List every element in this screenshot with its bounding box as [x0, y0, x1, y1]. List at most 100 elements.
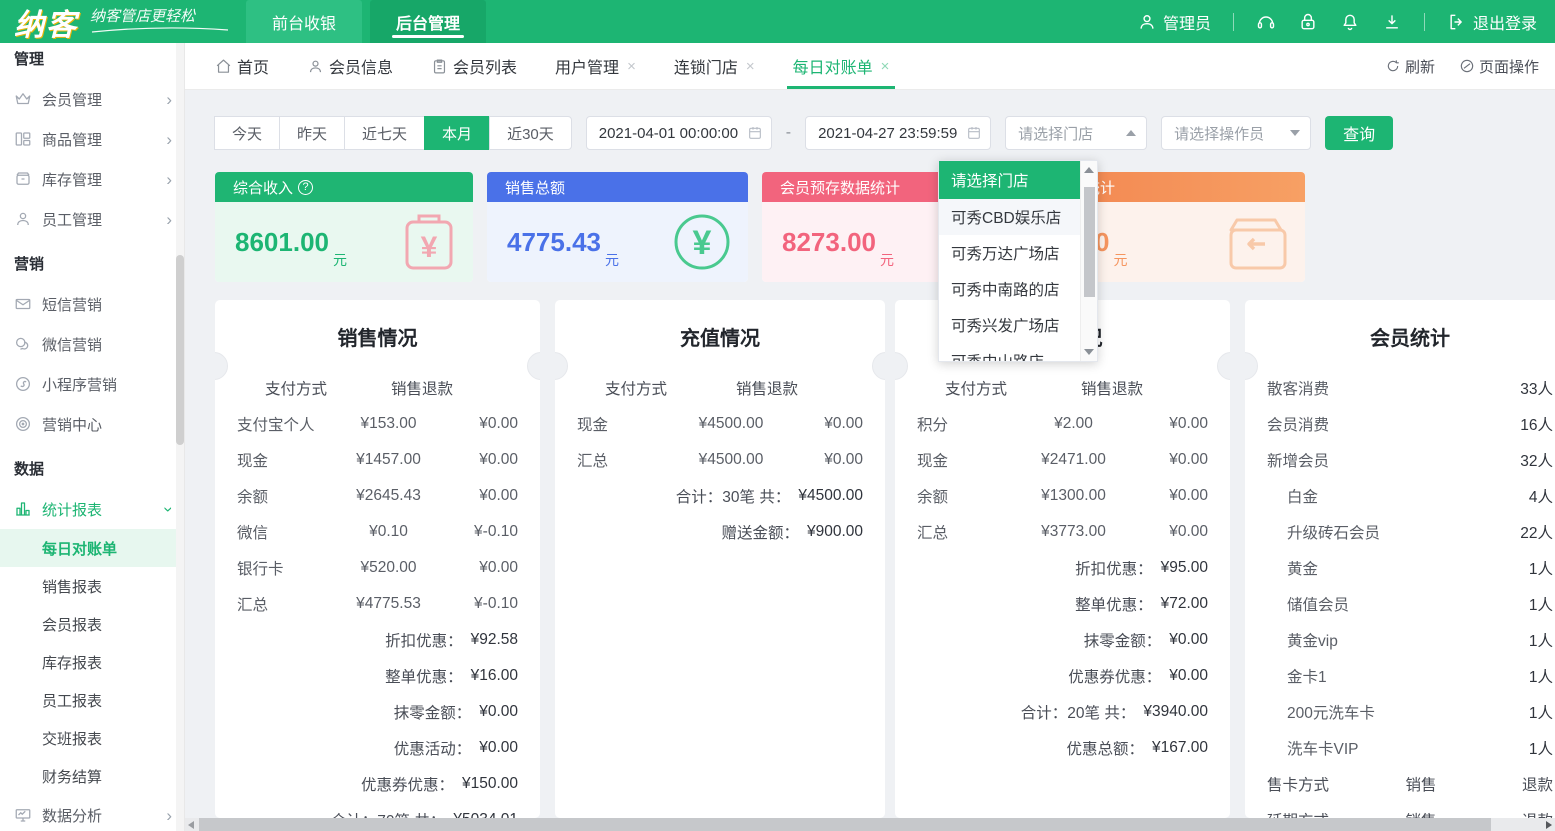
query-button[interactable]: 查询 [1325, 116, 1393, 150]
sidebar-item-inventory-report[interactable]: 库存报表 [0, 643, 184, 681]
table-row: 支付宝个人¥153.00¥0.00 [215, 406, 540, 442]
table-row: 余额¥1300.00¥0.00 [895, 478, 1230, 514]
store-option[interactable]: 可秀兴发广场店 [939, 307, 1080, 343]
notification-bell-icon[interactable] [1340, 12, 1360, 32]
sidebar-item-goods-manage[interactable]: 商品管理› [0, 119, 184, 159]
quick-range-button[interactable]: 近30天 [489, 116, 572, 150]
chevron-right-icon: › [166, 807, 172, 824]
sidebar-item-marketing-center[interactable]: 营销中心 [0, 404, 184, 444]
sidebar-item-staff-report[interactable]: 员工报表 [0, 681, 184, 719]
sidebar-item-wechat-marketing[interactable]: 微信营销 [0, 324, 184, 364]
sidebar-item-daily-statement[interactable]: 每日对账单 [0, 529, 184, 567]
summary-line: 抹零金额：¥0.00 [895, 622, 1230, 658]
chevron-right-icon: › [166, 91, 172, 108]
mail-icon [14, 295, 32, 313]
sidebar-item-staff-manage[interactable]: 员工管理› [0, 199, 184, 239]
quick-range-button[interactable]: 昨天 [279, 116, 345, 150]
quick-range-button[interactable]: 本月 [424, 116, 490, 150]
sidebar-item-inventory-manage[interactable]: 库存管理› [0, 159, 184, 199]
bar-chart-icon [14, 500, 32, 518]
member-stat-row: 200元洗车卡1人 [1245, 694, 1555, 730]
end-date-input[interactable] [805, 116, 991, 150]
store-option[interactable]: 可秀万达广场店 [939, 235, 1080, 271]
tab-daily-statement[interactable]: 每日对账单× [793, 43, 890, 89]
headset-support-icon[interactable] [1256, 12, 1276, 32]
dropdown-scrollbar[interactable] [1080, 161, 1097, 361]
sidebar-item-member-manage[interactable]: 会员管理› [0, 79, 184, 119]
date-range-separator: - [786, 124, 791, 142]
brand-tagline: 纳客管店更轻松 [90, 9, 230, 34]
scroll-right-arrow-icon[interactable] [1546, 821, 1552, 829]
logout-icon [1447, 12, 1467, 32]
close-icon[interactable]: × [881, 58, 890, 75]
refresh-button[interactable]: 刷新 [1385, 56, 1435, 77]
end-date-value[interactable] [818, 125, 966, 142]
scroll-down-arrow-icon[interactable] [1084, 349, 1094, 355]
divider [1233, 13, 1234, 31]
lock-screen-icon[interactable] [1298, 12, 1318, 32]
table-header: 支付方式销售退款 [555, 370, 885, 406]
store-select[interactable]: 请选择门店 [1005, 116, 1147, 150]
main-content: 今天昨天近七天本月近30天 - 请选择门店 请选择操作员 查询 综合收入? [185, 90, 1555, 831]
table-row: 汇总¥4500.00¥0.00 [555, 442, 885, 478]
sidebar-item-data-analysis[interactable]: 数据分析› [0, 795, 184, 831]
close-icon[interactable]: × [627, 58, 636, 75]
sidebar-item-statistic-reports[interactable]: 统计报表› [0, 489, 184, 529]
member-stat-row: 储值会员1人 [1245, 586, 1555, 622]
summary-line: 折扣优惠：¥95.00 [895, 550, 1230, 586]
store-option[interactable]: 可秀中南路的店 [939, 271, 1080, 307]
dropdown-scrollbar-thumb[interactable] [1084, 187, 1095, 297]
operator-select[interactable]: 请选择操作员 [1161, 116, 1311, 150]
goods-icon [14, 130, 32, 148]
logout-button[interactable]: 退出登录 [1447, 10, 1537, 34]
member-stats-body: 散客消费33人会员消费16人新增会员32人白金4人升级砖石会员22人黄金1人储值… [1245, 370, 1555, 766]
page-operations-button[interactable]: 页面操作 [1459, 56, 1539, 77]
summary-line: 优惠券优惠：¥150.00 [215, 766, 540, 802]
user-name: 管理员 [1163, 10, 1211, 34]
store-option[interactable]: 可秀CBD娱乐店 [939, 199, 1080, 235]
chevron-right-icon: › [166, 131, 172, 148]
sidebar-item-miniprogram-marketing[interactable]: 小程序营销 [0, 364, 184, 404]
start-date-input[interactable] [586, 116, 772, 150]
tab-bar: 首页 会员信息 会员列表 用户管理× 连锁门店× 每日对账单× 刷新 页面操作 [185, 43, 1555, 90]
member-stat-row: 散客消费33人 [1245, 370, 1555, 406]
sidebar-scrollbar[interactable] [176, 43, 184, 831]
help-icon[interactable]: ? [298, 180, 313, 195]
page-ops-icon [1459, 58, 1475, 74]
quick-range-button[interactable]: 今天 [214, 116, 280, 150]
scroll-up-arrow-icon[interactable] [1084, 167, 1094, 173]
tab-chain-stores[interactable]: 连锁门店× [674, 43, 755, 89]
column-header: 支付方式 [577, 377, 695, 399]
summary-line: 优惠活动：¥0.00 [215, 730, 540, 766]
table-body: 支付宝个人¥153.00¥0.00现金¥1457.00¥0.00余额¥2645.… [215, 406, 540, 622]
sidebar-item-shift-report[interactable]: 交班报表 [0, 719, 184, 757]
start-date-value[interactable] [599, 125, 747, 142]
horizontal-scrollbar-thumb[interactable] [199, 818, 1491, 831]
table-header: 支付方式销售退款 [895, 370, 1230, 406]
horizontal-scrollbar[interactable] [185, 818, 1555, 831]
tab-member-list[interactable]: 会员列表 [431, 43, 517, 89]
download-icon[interactable] [1382, 12, 1402, 32]
header-right: 管理员 退出登录 [1137, 0, 1555, 43]
sidebar-item-sms-marketing[interactable]: 短信营销 [0, 284, 184, 324]
close-icon[interactable]: × [746, 58, 755, 75]
nav-backend-manage[interactable]: 后台管理 [370, 0, 486, 43]
tab-user-manage[interactable]: 用户管理× [555, 43, 636, 89]
tab-member-info[interactable]: 会员信息 [307, 43, 393, 89]
store-option[interactable]: 可秀中山路店 [939, 343, 1080, 361]
store-option[interactable]: 请选择门店 [939, 161, 1080, 199]
summary-line: 优惠券优惠：¥0.00 [895, 658, 1230, 694]
current-user[interactable]: 管理员 [1137, 10, 1211, 34]
sidebar-item-finance-settle[interactable]: 财务结算 [0, 757, 184, 795]
quick-range-button[interactable]: 近七天 [344, 116, 425, 150]
stat-value: 8601.00 [235, 227, 329, 258]
sidebar-item-member-report[interactable]: 会员报表 [0, 605, 184, 643]
scroll-left-arrow-icon[interactable] [188, 821, 194, 829]
tab-home[interactable]: 首页 [215, 43, 269, 89]
member-stat-row: 洗车卡VIP1人 [1245, 730, 1555, 766]
summary-line: 优惠总额：¥167.00 [895, 730, 1230, 766]
nav-front-cashier[interactable]: 前台收银 [246, 0, 362, 43]
sidebar-scrollbar-thumb[interactable] [176, 255, 184, 445]
sidebar-item-sales-report[interactable]: 销售报表 [0, 567, 184, 605]
circle-yen-icon: ¥ [672, 212, 732, 272]
